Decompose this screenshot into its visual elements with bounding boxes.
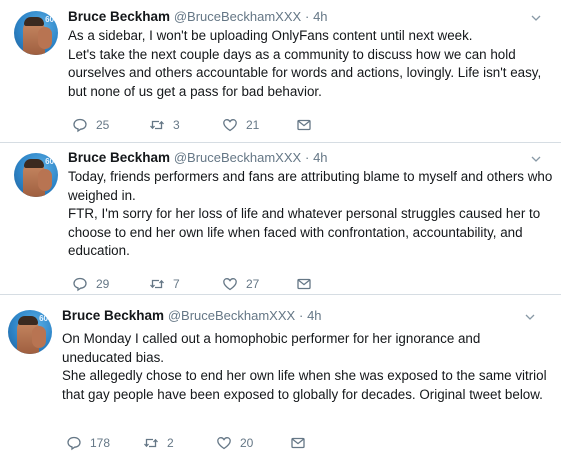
tweet-header: Bruce Beckham @BruceBeckhamXXX · 4h [68, 8, 328, 26]
like-count: 27 [246, 277, 260, 291]
avatar-hair [24, 17, 44, 26]
avatar-badge-text: 60 [45, 157, 54, 166]
avatar-hair [18, 316, 38, 325]
like-button[interactable]: 20 [216, 434, 253, 452]
reply-button[interactable]: 29 [72, 275, 109, 293]
reply-count: 25 [96, 118, 110, 132]
retweet-icon [144, 438, 158, 448]
separator-dot: · [304, 9, 310, 24]
timestamp[interactable]: 4h [313, 150, 327, 165]
like-count: 20 [240, 436, 254, 450]
tweet-header: Bruce Beckham @BruceBeckhamXXX · 4h [62, 307, 322, 325]
tweet-paragraph: FTR, I'm sorry for her loss of life and … [68, 206, 541, 258]
reply-icon [67, 436, 81, 451]
reply-icon [73, 277, 87, 292]
avatar-arm [32, 326, 46, 348]
tweet-paragraph: On Monday I called out a homophobic perf… [62, 331, 481, 365]
retweet-icon [150, 279, 164, 289]
avatar[interactable]: 60 [14, 153, 58, 197]
heart-icon [223, 119, 237, 132]
display-name[interactable]: Bruce Beckham [68, 9, 170, 24]
avatar-arm [38, 27, 52, 49]
avatar[interactable]: 60 [8, 310, 52, 354]
heart-icon [217, 437, 231, 450]
retweet-count: 7 [173, 277, 180, 291]
tweet-paragraph: Today, friends performers and fans are a… [68, 169, 553, 203]
chevron-down-icon[interactable] [524, 311, 536, 323]
user-handle[interactable]: @BruceBeckhamXXX [174, 9, 301, 24]
avatar-arm [38, 169, 52, 191]
tweet-text: On Monday I called out a homophobic perf… [62, 330, 554, 404]
direct-message-button[interactable] [296, 116, 312, 134]
tweet-text: As a sidebar, I won't be uploading OnlyF… [68, 27, 554, 101]
tweet[interactable]: 60 Bruce Beckham @BruceBeckhamXXX · 4h O… [0, 296, 561, 462]
tweet-paragraph: Let's take the next couple days as a com… [68, 46, 542, 99]
retweet-button[interactable]: 2 [143, 434, 174, 452]
retweet-button[interactable]: 7 [149, 275, 180, 293]
display-name[interactable]: Bruce Beckham [62, 308, 164, 323]
separator-dot: · [298, 308, 304, 323]
envelope-icon [297, 119, 311, 131]
tweet-header: Bruce Beckham @BruceBeckhamXXX · 4h [68, 149, 328, 167]
timestamp[interactable]: 4h [307, 308, 321, 323]
heart-icon [223, 278, 237, 291]
tweet-paragraph: She allegedly chose to end her own life … [62, 368, 547, 402]
retweet-button[interactable]: 3 [149, 116, 180, 134]
chevron-down-icon[interactable] [530, 153, 542, 165]
like-button[interactable]: 21 [222, 116, 259, 134]
reply-button[interactable]: 178 [66, 434, 110, 452]
direct-message-button[interactable] [296, 275, 312, 293]
like-button[interactable]: 27 [222, 275, 259, 293]
user-handle[interactable]: @BruceBeckhamXXX [168, 308, 295, 323]
like-count: 21 [246, 118, 260, 132]
tweet[interactable]: 60 Bruce Beckham @BruceBeckhamXXX · 4h T… [0, 143, 561, 294]
direct-message-button[interactable] [290, 434, 306, 452]
chevron-down-icon[interactable] [530, 12, 542, 24]
avatar-hair [24, 159, 44, 168]
avatar-badge-text: 60 [45, 15, 54, 24]
reply-count: 29 [96, 277, 110, 291]
avatar-badge-text: 60 [39, 314, 48, 323]
retweet-icon [150, 120, 164, 130]
tweet-paragraph: As a sidebar, I won't be uploading OnlyF… [68, 28, 473, 43]
retweet-count: 3 [173, 118, 180, 132]
separator-dot: · [304, 150, 310, 165]
reply-count: 178 [90, 436, 111, 450]
user-handle[interactable]: @BruceBeckhamXXX [174, 150, 301, 165]
timestamp[interactable]: 4h [313, 9, 327, 24]
reply-button[interactable]: 25 [72, 116, 109, 134]
envelope-icon [297, 278, 311, 290]
tweet[interactable]: 60 Bruce Beckham @BruceBeckhamXXX · 4h A… [0, 0, 561, 142]
display-name[interactable]: Bruce Beckham [68, 150, 170, 165]
reply-icon [73, 118, 87, 133]
retweet-count: 2 [167, 436, 174, 450]
tweet-text: Today, friends performers and fans are a… [68, 168, 554, 261]
tweet-feed: 60 Bruce Beckham @BruceBeckhamXXX · 4h A… [0, 0, 561, 462]
avatar[interactable]: 60 [14, 11, 58, 55]
tweet-divider [0, 294, 561, 295]
envelope-icon [291, 437, 305, 449]
